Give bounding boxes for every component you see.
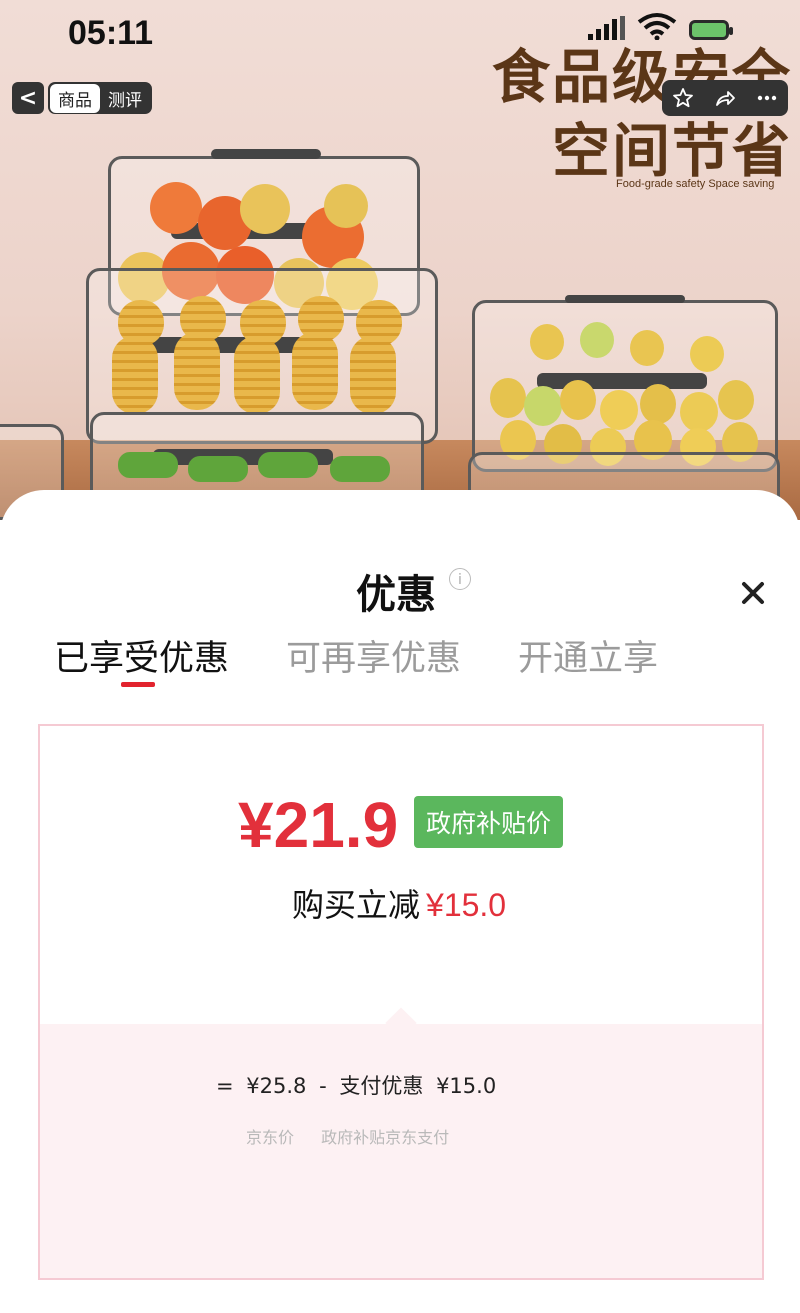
discount-sheet: 优惠 i 已享受优惠 可再享优惠 开通立享 ¥21.9 政府补贴价 购买立减 ¥1… [0, 490, 800, 1313]
battery-icon [689, 20, 733, 40]
info-icon[interactable]: i [449, 568, 471, 590]
star-icon[interactable] [671, 86, 695, 110]
top-tab-switcher: 商品 测评 [48, 82, 152, 114]
status-icons [588, 12, 733, 40]
formula-equals: = [216, 1074, 234, 1098]
price-formula: = ¥25.8 - 支付优惠 ¥15.0 [216, 1070, 502, 1100]
reduction-label: 购买立减 [292, 886, 421, 924]
share-icon[interactable] [713, 86, 737, 110]
status-time: 05:11 [68, 14, 154, 52]
back-button[interactable]: < [12, 82, 44, 114]
formula-discount-value: ¥15.0 [436, 1074, 497, 1098]
hero-slogan-line2: 空间节省 [552, 117, 793, 185]
price-formula-labels: 京东价 政府补贴京东支付 [246, 1124, 471, 1148]
close-icon[interactable] [736, 576, 770, 610]
hero-slogan-english: Food-grade safety Space saving [616, 178, 775, 190]
instant-reduction: 购买立减 ¥15.0 [292, 880, 506, 926]
discount-card: ¥21.9 政府补贴价 购买立减 ¥15.0 = ¥25.8 - 支付优惠 ¥15… [38, 724, 764, 1280]
final-price: ¥21.9 [238, 789, 399, 861]
sheet-title: 优惠 [356, 572, 436, 618]
discount-breakdown-area [40, 1024, 762, 1278]
formula-base-price: ¥25.8 [246, 1074, 307, 1098]
subsidy-price-badge: 政府补贴价 [414, 796, 564, 848]
product-hero-image: 食品级安全 空间节省 Food-grade safety Space savin… [0, 0, 800, 520]
more-icon[interactable] [755, 86, 779, 110]
top-nav-actions [662, 80, 788, 116]
cellular-signal-icon [588, 16, 625, 40]
formula-minus: - [319, 1074, 327, 1098]
tab-enjoyed-discount[interactable]: 已享受优惠 [54, 630, 229, 681]
tab-more-discount[interactable]: 可再享优惠 [286, 630, 461, 681]
wifi-icon [637, 13, 677, 40]
top-nav-left: < 商品 测评 [12, 82, 152, 114]
label-base-price: 京东价 [246, 1128, 295, 1147]
tab-product[interactable]: 商品 [50, 83, 100, 113]
tab-open-membership[interactable]: 开通立享 [518, 630, 658, 681]
reduction-amount: ¥15.0 [426, 887, 507, 923]
formula-discount-label: 支付优惠 [339, 1074, 424, 1098]
tab-review[interactable]: 测评 [100, 84, 150, 113]
label-discount-desc: 政府补贴京东支付 [321, 1128, 450, 1147]
active-tab-indicator [121, 682, 155, 687]
